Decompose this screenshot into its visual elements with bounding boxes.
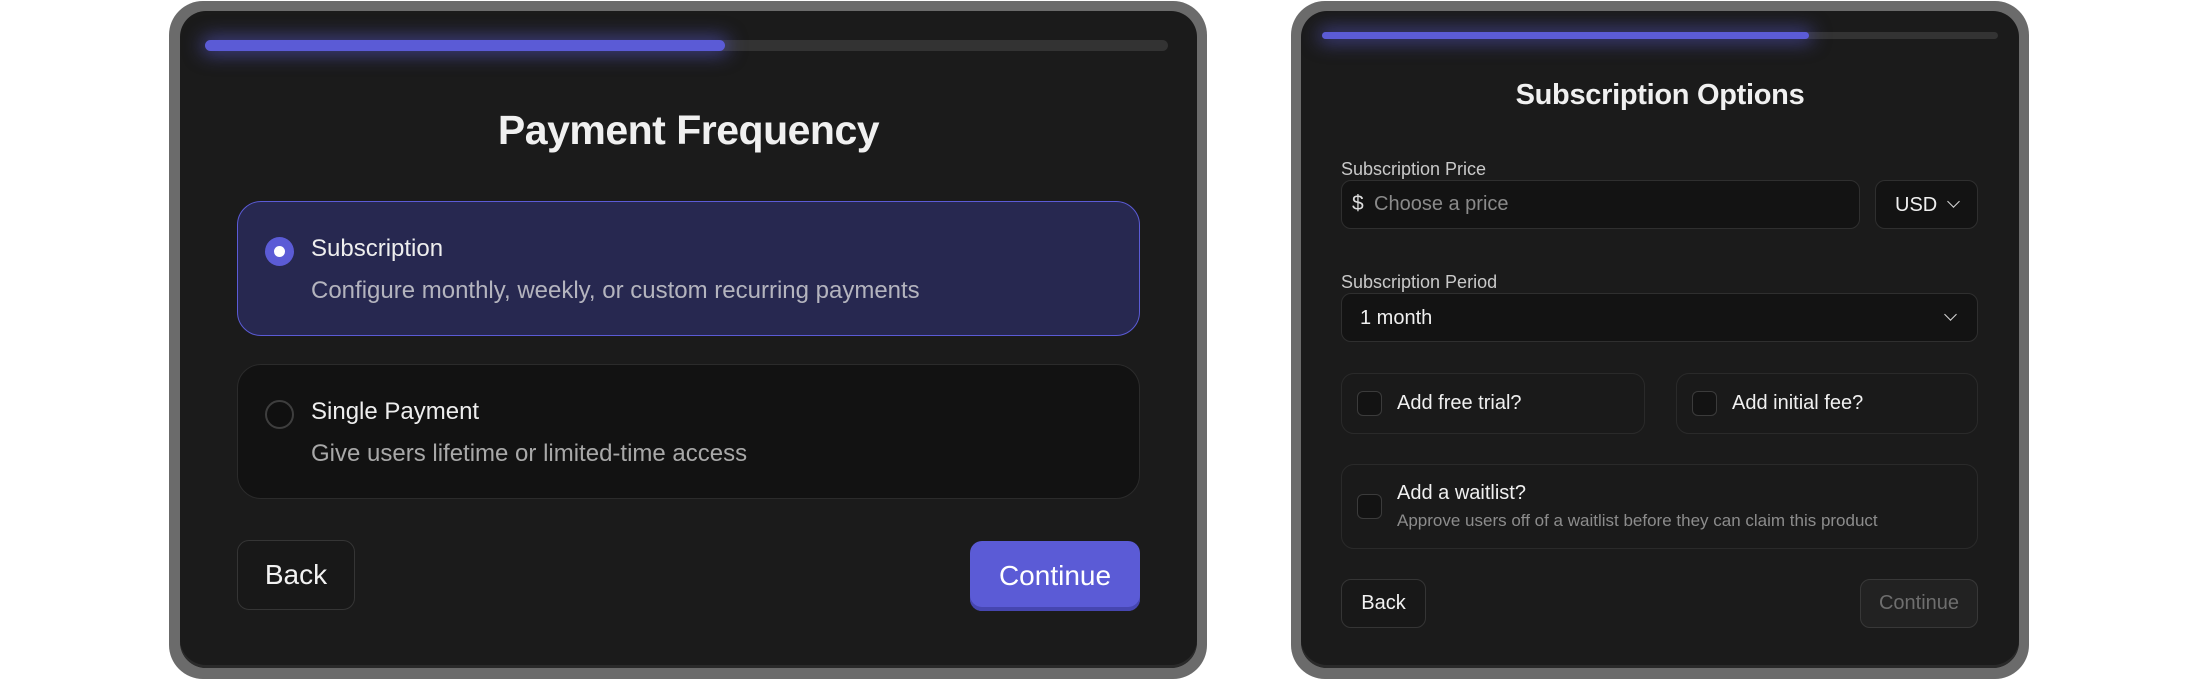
option-title: Subscription: [311, 235, 444, 262]
chevron-down-icon: [1944, 308, 1957, 321]
progress-track: [205, 40, 1168, 51]
back-button[interactable]: Back: [1341, 579, 1426, 628]
period-value: 1 month: [1360, 307, 1433, 329]
initial-fee-option[interactable]: Add initial fee?: [1676, 373, 1978, 434]
continue-button[interactable]: Continue: [970, 541, 1140, 611]
waitlist-label: Add a waitlist?: [1397, 482, 1526, 504]
option-title: Single Payment: [311, 398, 480, 425]
continue-button-disabled[interactable]: Continue: [1860, 579, 1978, 628]
back-button[interactable]: Back: [237, 540, 355, 610]
radio-unchecked-icon[interactable]: [265, 400, 294, 429]
progress-fill: [1322, 32, 1809, 39]
chevron-down-icon: [1947, 195, 1960, 208]
page-title: Payment Frequency: [497, 107, 880, 153]
currency-select[interactable]: USD: [1875, 180, 1978, 229]
waitlist-option[interactable]: Add a waitlist? Approve users off of a w…: [1341, 464, 1978, 549]
option-single-payment[interactable]: Single Payment Give users lifetime or li…: [237, 364, 1140, 499]
waitlist-checkbox[interactable]: [1357, 494, 1382, 519]
waitlist-description: Approve users off of a waitlist before t…: [1397, 511, 1878, 530]
price-input-wrapper: $: [1341, 180, 1860, 229]
free-trial-option[interactable]: Add free trial?: [1341, 373, 1645, 434]
progress-track: [1322, 32, 1998, 39]
radio-checked-icon[interactable]: [265, 237, 294, 266]
free-trial-checkbox[interactable]: [1357, 391, 1382, 416]
option-subscription[interactable]: Subscription Configure monthly, weekly, …: [237, 201, 1140, 336]
price-label: Subscription Price: [1341, 159, 1487, 179]
period-label: Subscription Period: [1341, 272, 1498, 292]
payment-frequency-panel: Payment Frequency Subscription Configure…: [180, 11, 1197, 668]
currency-value: USD: [1895, 194, 1938, 216]
period-select[interactable]: 1 month: [1341, 293, 1978, 342]
initial-fee-label: Add initial fee?: [1732, 392, 1864, 414]
option-description: Give users lifetime or limited-time acce…: [311, 440, 748, 467]
option-description: Configure monthly, weekly, or custom rec…: [311, 277, 920, 304]
progress-fill: [205, 40, 726, 51]
subscription-options-panel: Subscription Options Subscription Price …: [1301, 11, 2019, 668]
dollar-icon: $: [1352, 192, 1364, 215]
page-title: Subscription Options: [1515, 79, 1805, 111]
price-input[interactable]: [1374, 181, 1844, 228]
free-trial-label: Add free trial?: [1397, 392, 1522, 414]
initial-fee-checkbox[interactable]: [1692, 391, 1717, 416]
